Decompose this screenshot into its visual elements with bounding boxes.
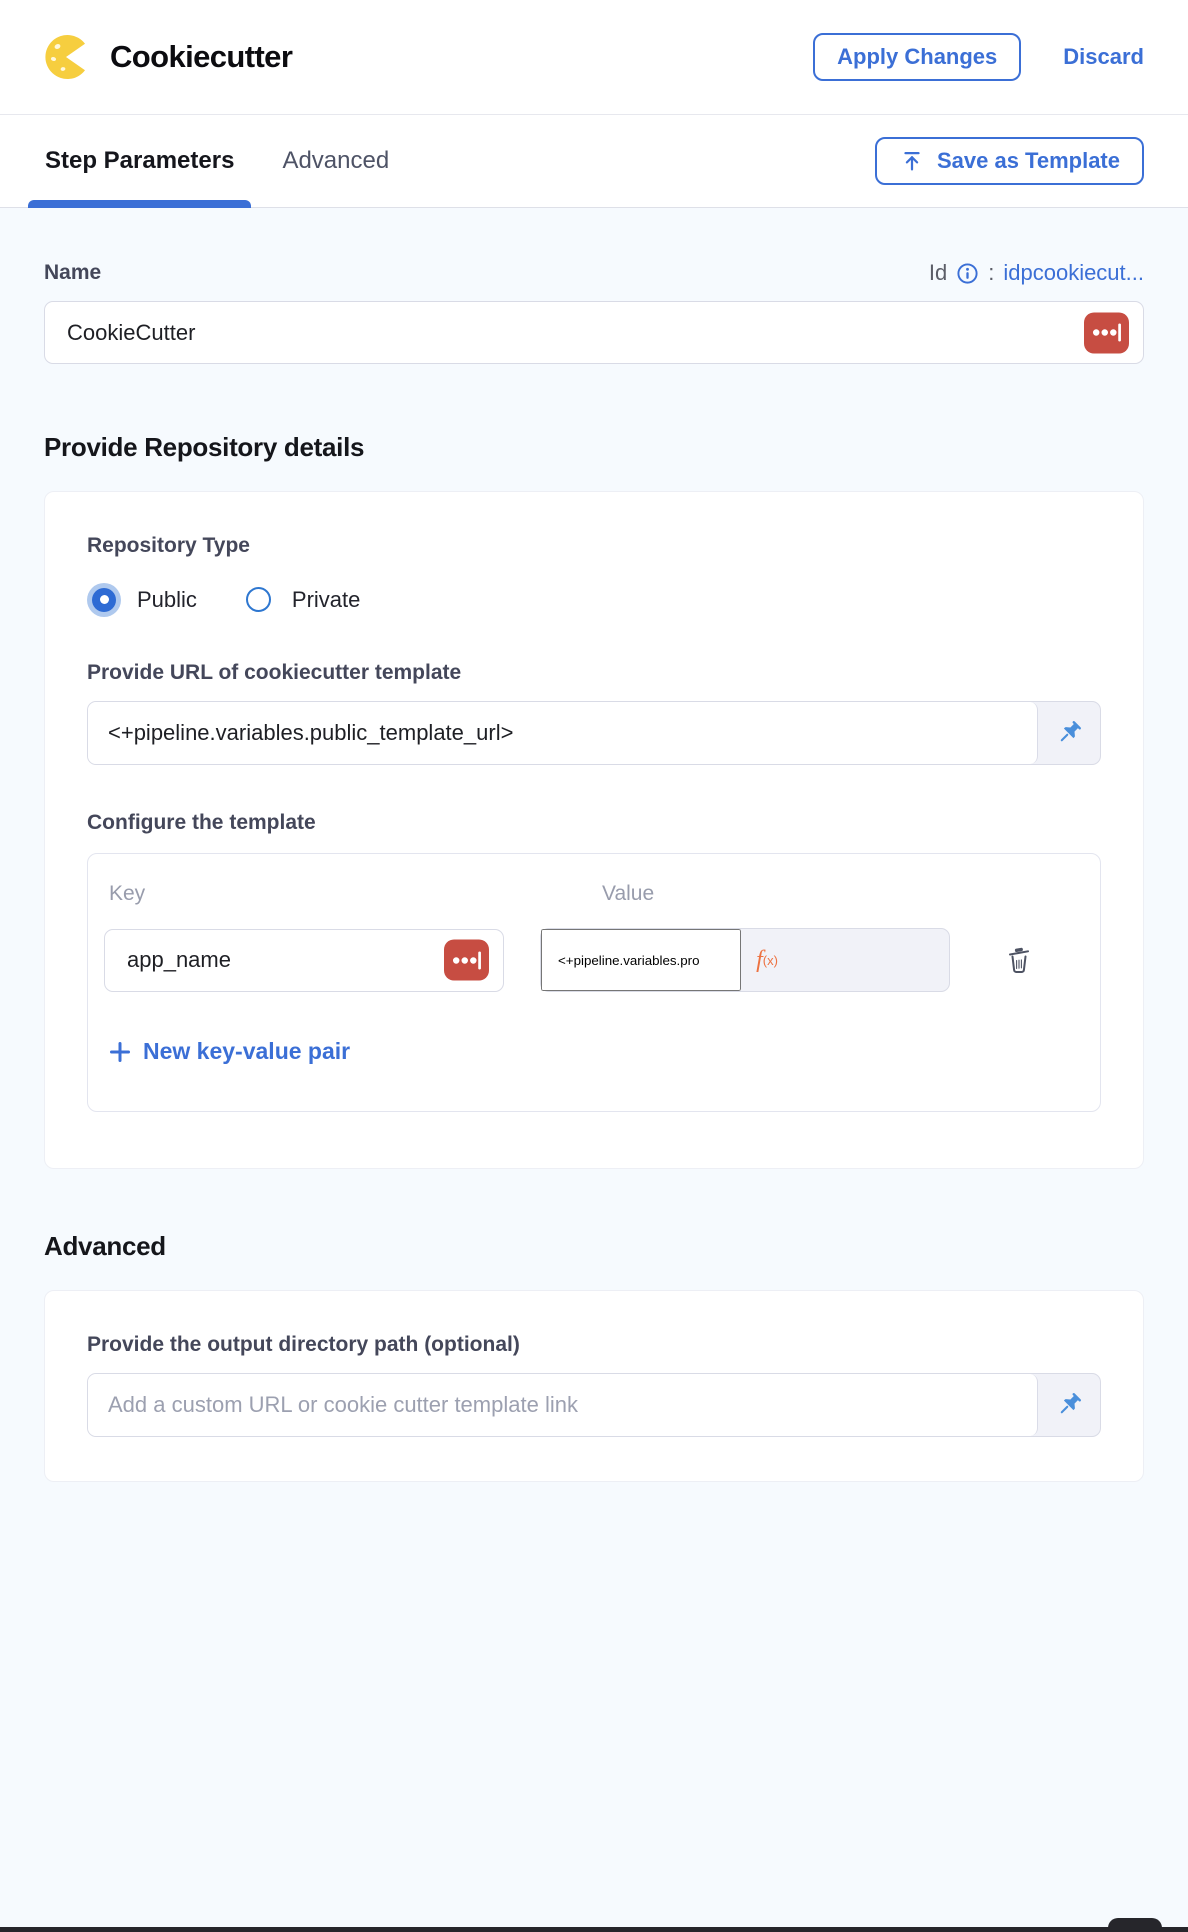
kv-value-input[interactable]	[541, 929, 741, 991]
fixed-value-type-icon[interactable]	[444, 940, 489, 981]
tab-step-parameters-label: Step Parameters	[45, 147, 234, 175]
radio-option-public[interactable]: Public	[87, 583, 197, 617]
key-value-editor: Key Value	[87, 853, 1101, 1112]
fixed-value-type-icon[interactable]	[1084, 312, 1129, 353]
bottom-edge-bar	[0, 1927, 1188, 1932]
output-directory-input[interactable]	[88, 1374, 1038, 1436]
add-key-value-label: New key-value pair	[143, 1038, 350, 1065]
advanced-card: Provide the output directory path (optio…	[44, 1290, 1144, 1482]
plus-icon	[109, 1041, 131, 1063]
repository-type-label: Repository Type	[87, 534, 1101, 558]
step-id-value[interactable]: idpcookiecut...	[1003, 260, 1144, 286]
tab-bar: Step Parameters Advanced Save as Templat…	[0, 115, 1188, 208]
output-directory-field	[87, 1373, 1101, 1437]
info-icon[interactable]	[956, 262, 979, 285]
save-as-template-label: Save as Template	[937, 148, 1120, 174]
discard-button[interactable]: Discard	[1063, 44, 1144, 70]
configure-template-label: Configure the template	[87, 811, 1101, 835]
tab-advanced-label: Advanced	[282, 147, 389, 175]
upload-icon	[899, 148, 925, 174]
radio-unselected-icon	[246, 587, 271, 612]
id-label: Id	[929, 260, 947, 286]
step-header: Cookiecutter Apply Changes Discard	[0, 0, 1188, 115]
kv-value-field: f(x)	[540, 928, 950, 992]
repository-type-radio-group: Public Private	[87, 582, 1101, 617]
cookiecutter-logo-icon	[44, 33, 92, 81]
active-tab-underline	[28, 200, 251, 208]
step-id-row: Id : idpcookiecut...	[929, 260, 1144, 286]
radio-option-private[interactable]: Private	[241, 582, 360, 617]
template-url-label: Provide URL of cookiecutter template	[87, 661, 1101, 685]
name-label: Name	[44, 261, 101, 285]
add-key-value-button[interactable]: New key-value pair	[104, 1038, 350, 1065]
radio-public-label: Public	[137, 587, 197, 613]
step-parameters-panel: Name Id : idpcookiecut... P	[0, 260, 1188, 1482]
id-separator: :	[988, 260, 994, 286]
radio-private-label: Private	[292, 587, 360, 613]
template-url-input[interactable]	[88, 702, 1038, 764]
advanced-section-heading: Advanced	[44, 1231, 1144, 1262]
delete-row-button[interactable]	[1002, 943, 1036, 977]
tab-step-parameters[interactable]: Step Parameters	[28, 115, 251, 207]
apply-changes-button[interactable]: Apply Changes	[813, 33, 1021, 81]
kv-value-header: Value	[540, 882, 654, 906]
repository-section-heading: Provide Repository details	[44, 432, 1144, 463]
repository-card: Repository Type Public Private Provide U…	[44, 491, 1144, 1169]
template-url-field	[87, 701, 1101, 765]
tab-advanced[interactable]: Advanced	[265, 115, 406, 207]
name-input[interactable]	[44, 301, 1144, 364]
expression-fx-icon[interactable]: f(x)	[741, 929, 793, 991]
pin-icon[interactable]	[1038, 702, 1100, 764]
kv-key-header: Key	[104, 882, 504, 906]
page-title: Cookiecutter	[110, 39, 292, 75]
save-as-template-button[interactable]: Save as Template	[875, 137, 1144, 185]
kv-row: f(x)	[104, 928, 1084, 992]
radio-selected-icon	[92, 588, 116, 612]
pin-icon[interactable]	[1038, 1374, 1100, 1436]
output-directory-label: Provide the output directory path (optio…	[87, 1333, 1101, 1357]
